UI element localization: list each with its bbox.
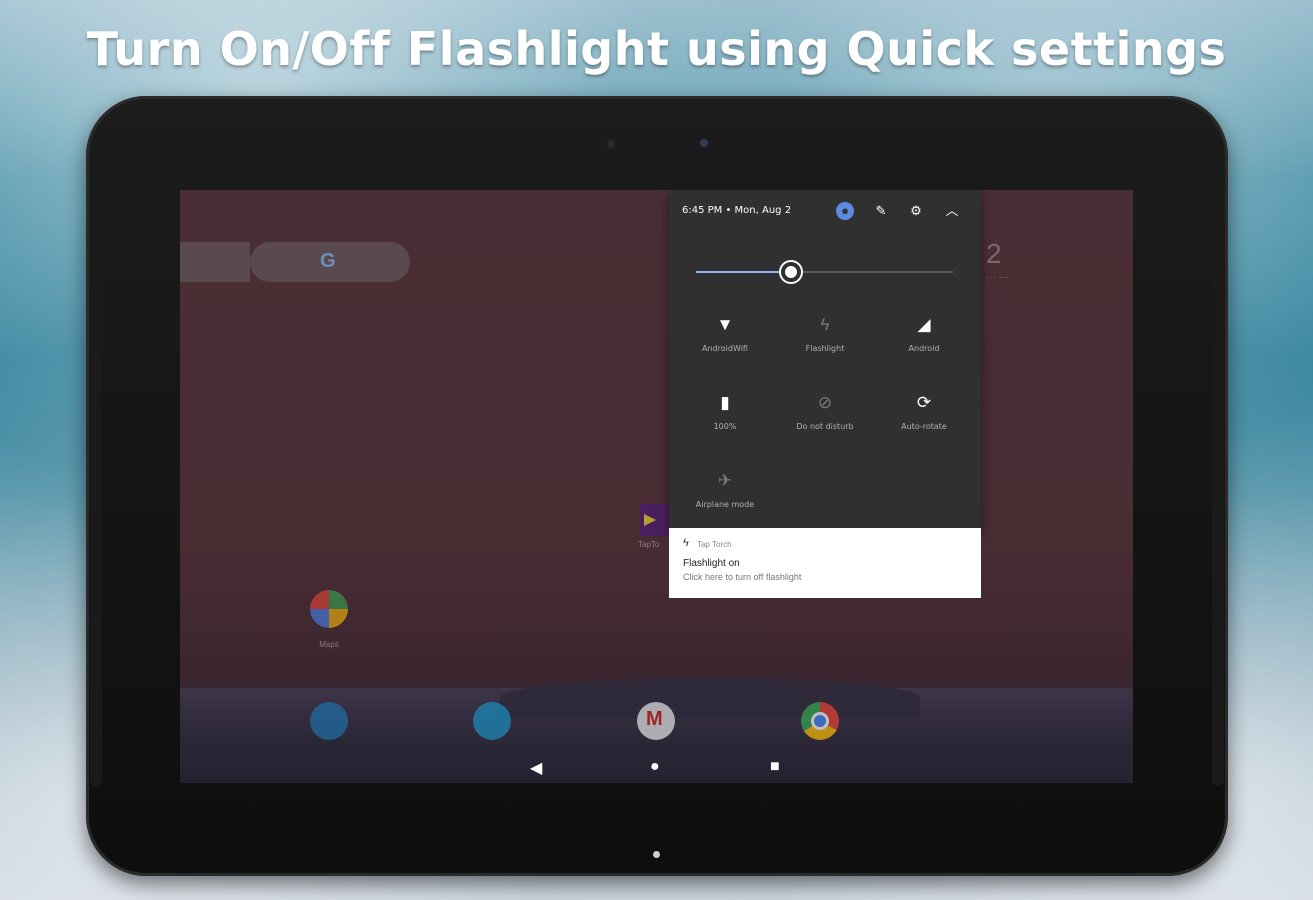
google-search-bar[interactable]: G [250,242,410,282]
settings-icon[interactable]: ⚙ [907,202,925,220]
tile-label: Flashlight [805,344,845,353]
tablet-home-dot [653,851,660,858]
quick-settings-header: 6:45 PM • Mon, Aug 2 ● ✎ ⚙ ︿ [669,190,981,232]
notification-app-name: Tap Torch [697,540,732,549]
tile-label: Auto-rotate [901,422,947,431]
auto-rotate-icon: ⟳ [916,393,932,412]
chrome-icon[interactable] [801,702,839,740]
tile-label: Airplane mode [695,500,755,509]
quick-settings-panel: 6:45 PM • Mon, Aug 2 ● ✎ ⚙ ︿ ▼ AndroidWi… [669,190,981,530]
brightness-thumb-icon[interactable] [781,262,802,282]
google-logo-icon: G [320,250,336,272]
back-button[interactable]: ◀ [530,758,542,778]
tap-torch-app-label: TapTo [638,540,660,549]
maps-app-icon[interactable] [310,590,348,628]
search-bar-fragment [180,242,250,282]
home-button[interactable]: ● [650,758,660,776]
edit-icon[interactable]: ✎ [872,202,890,220]
notification-title: Flashlight on [683,558,740,569]
airplane-icon: ✈ [717,471,733,490]
banner-title: Turn On/Off Flashlight using Quick setti… [86,22,1227,76]
camera-dot [700,139,708,147]
clock-widget-sub: ··· ··· [986,272,1009,283]
gmail-icon[interactable]: M [637,702,675,740]
tile-flashlight[interactable]: ϟ Flashlight [773,314,877,380]
tile-cellular[interactable]: ◢ Android [872,314,976,380]
brightness-slider-fill [696,271,792,273]
cellular-icon: ◢ [917,315,931,334]
notification-text: Click here to turn off flashlight [683,572,802,582]
do-not-disturb-icon: ⊘ [817,393,833,412]
phone-icon[interactable] [310,702,348,740]
time-date-label: 6:45 PM • Mon, Aug 2 [682,205,792,216]
tablet-right-edge [1212,186,1224,786]
brightness-slider[interactable] [696,271,953,273]
device-screen: G 2 ··· ··· TapTo Maps ︿ M ◀ ● ■ 6:45 PM… [180,190,1133,783]
maps-app-label: Maps [319,640,339,649]
tile-airplane-mode[interactable]: ✈ Airplane mode [673,470,777,536]
tile-label: Android [908,344,940,353]
tile-label: 100% [713,422,737,431]
tile-auto-rotate[interactable]: ⟳ Auto-rotate [872,392,976,458]
tile-label: Do not disturb [796,422,854,431]
tap-torch-app-icon[interactable] [640,504,670,536]
recents-button[interactable]: ■ [770,758,780,776]
collapse-icon[interactable]: ︿ [943,202,961,220]
tile-battery[interactable]: ▮ 100% [673,392,777,458]
tile-label: AndroidWifi [702,344,748,353]
flashlight-notification[interactable]: ϟ Tap Torch Flashlight on Click here to … [669,528,981,598]
flashlight-icon: ϟ [683,537,689,549]
tablet-left-edge [90,186,102,786]
user-icon[interactable]: ● [836,202,854,220]
wifi-icon: ▼ [716,315,734,334]
flashlight-icon: ϟ [820,315,830,334]
messages-icon[interactable] [473,702,511,740]
sensor-dot [607,140,615,148]
tile-wifi[interactable]: ▼ AndroidWifi [673,314,777,380]
navigation-bar: ◀ ● ■ [180,750,1133,783]
tile-do-not-disturb[interactable]: ⊘ Do not disturb [773,392,877,458]
battery-icon: ▮ [720,393,730,412]
clock-widget: 2 [986,238,1002,269]
